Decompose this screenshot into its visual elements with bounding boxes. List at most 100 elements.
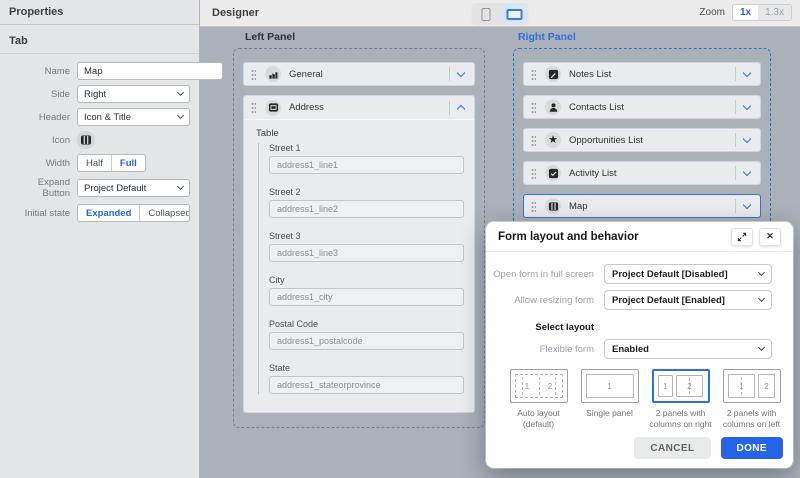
width-toggle: Half Full (77, 154, 146, 172)
form-field[interactable]: Street 1 address1_line1 (269, 143, 464, 174)
chevron-down-icon[interactable] (742, 134, 752, 143)
form-designer-screen: Properties Tab Name Side Right Header Ic… (0, 0, 800, 478)
tab-card-address-header[interactable]: Address (244, 96, 474, 120)
form-field[interactable]: Street 3 address1_line3 (269, 231, 464, 262)
flexible-form-select-value: Enabled (612, 343, 649, 355)
chevron-down-icon (176, 182, 185, 191)
layout-option-2-panels-columns-left[interactable]: 1 2 2 panels with columns on left (720, 369, 783, 430)
layout-option-2-panels-columns-right[interactable]: 1 2 2 panels with columns on right (649, 369, 712, 430)
layout-option-single-panel[interactable]: 1 Single panel (578, 369, 641, 430)
icon-picker-button[interactable] (77, 131, 95, 149)
panel-number: 2 (547, 381, 553, 391)
drag-handle-icon[interactable] (251, 68, 256, 80)
panel-number: 1 (524, 381, 530, 391)
close-dialog-button[interactable]: ✕ (759, 227, 781, 246)
zoom-option-1-3x[interactable]: 1.3x (758, 5, 791, 20)
panel-number: 1 (663, 381, 668, 391)
done-button[interactable]: DONE (720, 437, 783, 459)
side-select[interactable]: Right (77, 85, 190, 103)
field-attribute[interactable]: address1_city (269, 288, 464, 306)
name-input[interactable] (77, 62, 223, 80)
drag-handle-icon[interactable] (531, 134, 536, 146)
image-icon (268, 103, 278, 112)
tab-card-label: Address (289, 102, 324, 113)
width-option-half[interactable]: Half (78, 155, 112, 171)
width-row: Width Half Full (0, 154, 199, 172)
expand-icon (737, 232, 747, 241)
chevron-up-icon[interactable] (456, 104, 466, 114)
tab-card-notes-list[interactable]: Notes List (523, 62, 761, 86)
select-layout-heading: Select layout (535, 322, 594, 333)
chevron-down-icon (757, 268, 766, 277)
form-field[interactable]: Postal Code address1_postalcode (269, 319, 464, 350)
tab-card-opportunities-list[interactable]: ★ Opportunities List (523, 128, 761, 152)
initial-state-toggle: Expanded Collapsed (77, 204, 190, 222)
drag-handle-icon[interactable] (531, 101, 536, 113)
star-icon: ★ (548, 133, 558, 146)
resizing-select[interactable]: Project Default [Enabled] (604, 290, 772, 310)
form-field[interactable]: State address1_stateorprovince (269, 363, 464, 394)
drag-handle-icon[interactable] (251, 102, 256, 113)
resizing-select-value: Project Default [Enabled] (612, 294, 725, 306)
drag-handle-icon[interactable] (531, 167, 536, 179)
designer-title: Designer (212, 7, 260, 19)
initial-state-label: Initial state (24, 207, 70, 219)
drag-handle-icon[interactable] (531, 68, 536, 80)
flexible-form-select[interactable]: Enabled (604, 339, 772, 359)
width-option-full[interactable]: Full (112, 155, 145, 171)
side-row: Side Right (0, 85, 199, 103)
field-label: Postal Code (269, 319, 319, 329)
map-icon (548, 201, 558, 211)
header-select[interactable]: Icon & Title (77, 108, 190, 126)
chevron-down-icon[interactable] (742, 167, 752, 176)
checklist-icon (548, 168, 558, 178)
chevron-down-icon[interactable] (742, 200, 752, 209)
tab-card-label: Notes List (569, 68, 612, 80)
form-field[interactable]: Street 2 address1_line2 (269, 187, 464, 218)
expand-button-select[interactable]: Project Default (77, 179, 190, 197)
field-attribute[interactable]: address1_postalcode (269, 332, 464, 350)
form-field[interactable]: City address1_city (269, 275, 464, 306)
tab-card-map[interactable]: Map (523, 194, 761, 218)
tab-card-contacts-list[interactable]: Contacts List (523, 95, 761, 119)
fullscreen-select-value: Project Default [Disabled] (612, 268, 728, 280)
phone-view-button[interactable] (473, 4, 499, 24)
header-select-value: Icon & Title (84, 111, 131, 123)
single-panel-icon: 1 (585, 374, 634, 398)
layout-option-auto[interactable]: 1 2 Auto layout (default) (507, 369, 570, 430)
tablet-view-button[interactable] (501, 4, 528, 24)
initial-state-option-collapsed[interactable]: Collapsed (140, 205, 189, 221)
phone-icon (481, 7, 490, 21)
initial-state-option-expanded[interactable]: Expanded (78, 205, 141, 221)
field-attribute[interactable]: address1_line1 (269, 156, 464, 174)
tab-card-label: General (289, 68, 323, 80)
field-attribute[interactable]: address1_line2 (269, 200, 464, 218)
icon-label: Icon (52, 134, 70, 146)
expand-dialog-button[interactable] (731, 227, 753, 246)
tablet-icon (506, 8, 523, 20)
person-icon (549, 102, 557, 112)
zoom-option-1x[interactable]: 1x (732, 5, 759, 20)
tab-card-general[interactable]: General (243, 62, 475, 86)
tab-card-address-expanded: Address Table Street 1 address1_line1 St… (243, 95, 475, 413)
layout-option-caption: Auto layout (default) (517, 408, 560, 430)
tab-card-activity-list[interactable]: Activity List (523, 161, 761, 185)
panel-number: 2 (687, 381, 692, 391)
drag-handle-icon[interactable] (531, 200, 536, 212)
field-attribute[interactable]: address1_stateorprovince (269, 376, 464, 394)
fullscreen-select[interactable]: Project Default [Disabled] (604, 264, 772, 284)
chevron-down-icon[interactable] (456, 68, 466, 77)
zoom-control: Zoom 1x 1.3x (699, 4, 792, 21)
cancel-button[interactable]: CANCEL (634, 437, 711, 459)
device-toggle (471, 3, 529, 25)
expand-button-select-value: Project Default (84, 182, 147, 194)
side-label: Side (50, 88, 70, 100)
properties-panel: Properties Tab Name Side Right Header Ic… (0, 0, 223, 478)
chevron-down-icon[interactable] (742, 68, 752, 77)
chevron-down-icon (176, 88, 185, 97)
close-icon: ✕ (766, 231, 774, 241)
field-attribute[interactable]: address1_line3 (269, 244, 464, 262)
panel-number: 2 (764, 381, 769, 391)
chevron-down-icon[interactable] (742, 101, 752, 110)
resizing-label: Allow resizing form (514, 294, 594, 306)
